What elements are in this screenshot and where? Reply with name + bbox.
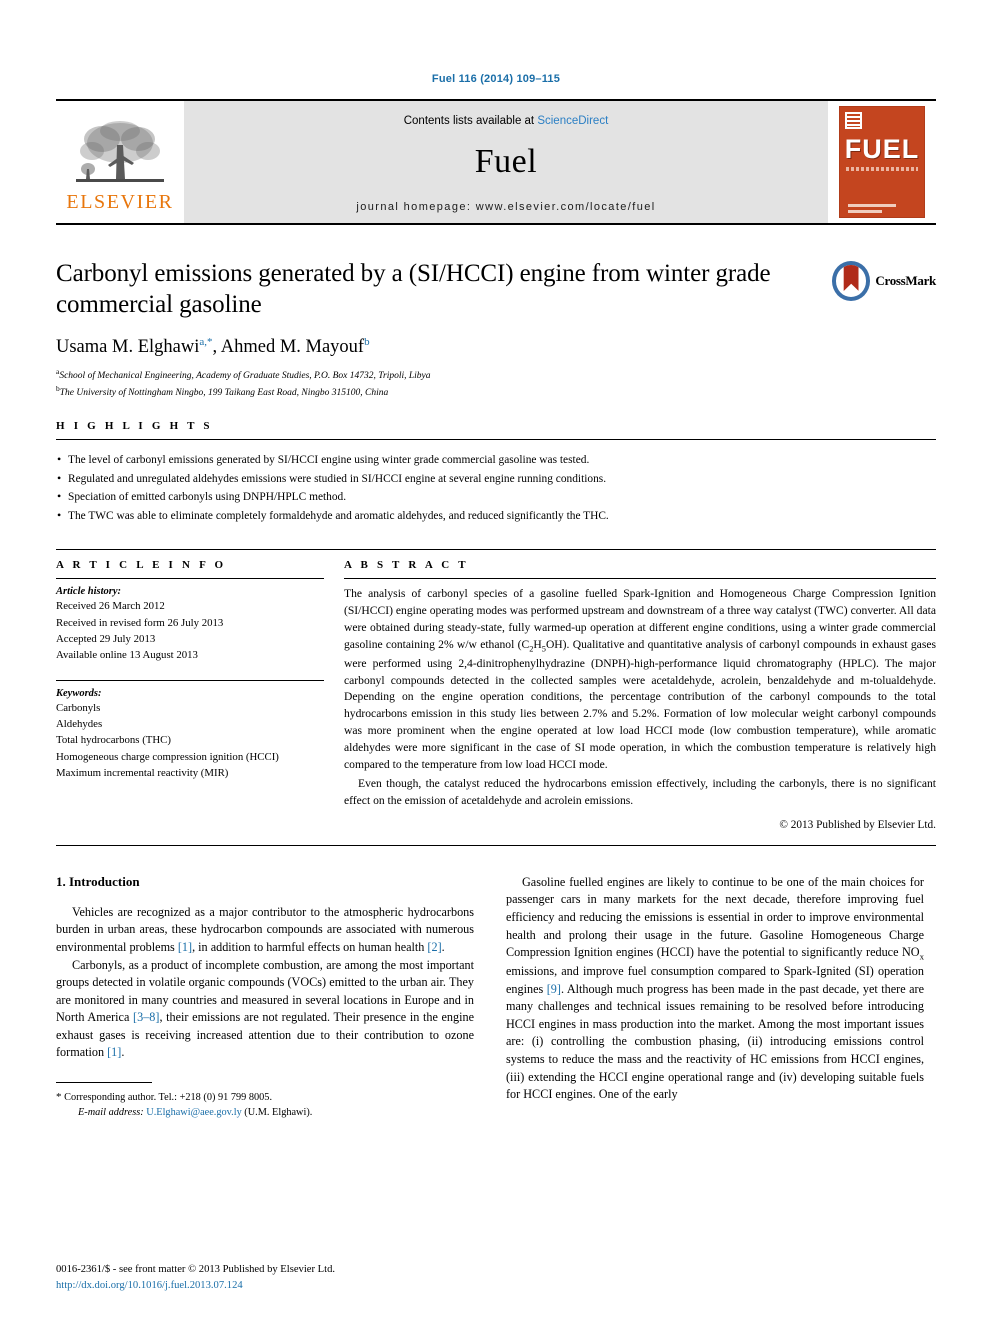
- intro-p3-c: . Although much progress has been made i…: [506, 981, 924, 1102]
- journal-homepage-link[interactable]: journal homepage: www.elsevier.com/locat…: [356, 201, 655, 213]
- article-history-item: Received 26 March 2012: [56, 600, 165, 613]
- corresponding-author-text: Corresponding author. Tel.: +218 (0) 91 …: [64, 1091, 273, 1103]
- journal-title: Fuel: [474, 143, 538, 180]
- highlight-item: Regulated and unregulated aldehydes emis…: [56, 469, 936, 489]
- keywords-label: Keywords:: [56, 688, 102, 700]
- page-footer: 0016-2361/$ - see front matter © 2013 Pu…: [56, 1262, 335, 1293]
- keywords-divider: [56, 680, 324, 682]
- body-right-column: Gasoline fuelled engines are likely to c…: [506, 874, 924, 1121]
- email-owner: (U.M. Elghawi).: [244, 1107, 313, 1119]
- issn-line: 0016-2361/$ - see front matter © 2013 Pu…: [56, 1264, 336, 1276]
- highlight-item: The level of carbonyl emissions generate…: [56, 450, 936, 470]
- doi-link[interactable]: http://dx.doi.org/10.1016/j.fuel.2013.07…: [56, 1278, 335, 1293]
- footnote-block: * Corresponding author. Tel.: +218 (0) 9…: [56, 1081, 474, 1121]
- crossmark-icon: [832, 261, 871, 301]
- body-left-column: 1. Introduction Vehicles are recognized …: [56, 874, 474, 1121]
- affiliation-b-text: The University of Nottingham Ningbo, 199…: [59, 387, 389, 398]
- abstract-heading: A B S T R A C T: [344, 559, 469, 572]
- contents-available-line: Contents lists available at ScienceDirec…: [404, 115, 609, 127]
- citation-ref[interactable]: [2]: [427, 940, 441, 954]
- intro-p2-c: .: [121, 1045, 125, 1060]
- intro-paragraph-3: Gasoline fuelled engines are likely to c…: [506, 874, 924, 1104]
- citation-ref[interactable]: [3–8]: [133, 1010, 159, 1024]
- author-1-name: Usama M. Elghawi: [56, 337, 200, 358]
- affiliations: aSchool of Mechanical Engineering, Acade…: [56, 367, 936, 400]
- affiliation-b: bThe University of Nottingham Ningbo, 19…: [56, 384, 936, 401]
- cover-title-text: FUEL: [844, 134, 920, 164]
- highlights-list: The level of carbonyl emissions generate…: [56, 439, 936, 526]
- author-1-marks[interactable]: a,*: [199, 336, 212, 348]
- citation-ref[interactable]: [9]: [547, 982, 561, 996]
- keywords-block: Keywords: Carbonyls Aldehydes Total hydr…: [56, 680, 324, 781]
- elsevier-wordmark: ELSEVIER: [66, 190, 174, 213]
- intro-paragraph-1: Vehicles are recognized as a major contr…: [56, 904, 474, 957]
- highlight-item: The TWC was able to eliminate completely…: [56, 506, 936, 526]
- author-2-marks[interactable]: b: [364, 336, 370, 348]
- abstract-paragraph-2: Even though, the catalyst reduced the hy…: [344, 777, 936, 807]
- intro-p3-a: Gasoline fuelled engines are likely to c…: [506, 874, 924, 960]
- affiliation-a: aSchool of Mechanical Engineering, Acade…: [56, 367, 936, 384]
- contents-prefix: Contents lists available at: [403, 115, 538, 127]
- corresponding-author-note: * Corresponding author. Tel.: +218 (0) 9…: [56, 1089, 474, 1106]
- formula-tail: OH).: [545, 638, 570, 652]
- article-history-item: Received in revised form 26 July 2013: [56, 616, 224, 629]
- cover-image: FUEL: [839, 106, 925, 218]
- info-abstract-block: A R T I C L E I N F O Article history: R…: [56, 549, 936, 846]
- keyword-item: Carbonyls: [56, 702, 101, 715]
- highlights-heading: H I G H L I G H T S: [56, 420, 213, 433]
- article-history-item: Available online 13 August 2013: [56, 648, 198, 661]
- author-list: Usama M. Elghawia,*, Ahmed M. Mayoufb: [56, 336, 936, 358]
- citation-ref[interactable]: [1]: [178, 940, 192, 954]
- article-history-item: Accepted 29 July 2013: [56, 632, 156, 645]
- crossmark-badge[interactable]: CrossMark: [832, 259, 936, 303]
- cover-elsevier-mark-icon: [845, 112, 862, 129]
- journal-cover-thumbnail: FUEL: [828, 101, 936, 223]
- abstract-divider: [344, 578, 936, 580]
- nox-subscript: x: [919, 951, 924, 962]
- title-block: CrossMark Carbonyl emissions generated b…: [56, 259, 936, 400]
- highlights-section: H I G H L I G H T S The level of carbony…: [56, 420, 936, 526]
- crossmark-label: CrossMark: [875, 273, 936, 288]
- intro-paragraph-2: Carbonyls, as a product of incomplete co…: [56, 957, 474, 1062]
- abstract-column: A B S T R A C T The analysis of carbonyl…: [340, 559, 936, 831]
- running-head: Fuel 116 (2014) 109–115: [431, 73, 561, 85]
- footnote-rule: [56, 1081, 152, 1083]
- body-columns: 1. Introduction Vehicles are recognized …: [56, 874, 936, 1121]
- elsevier-tree-icon: [76, 120, 164, 182]
- masthead-center: Contents lists available at ScienceDirec…: [184, 101, 828, 223]
- article-history-label: Article history:: [56, 586, 122, 598]
- abstract-copyright: © 2013 Published by Elsevier Ltd.: [779, 818, 936, 831]
- sciencedirect-link[interactable]: ScienceDirect: [537, 115, 608, 127]
- introduction-heading: 1. Introduction: [56, 873, 140, 889]
- keyword-item: Maximum incremental reactivity (MIR): [56, 766, 229, 779]
- keyword-item: Total hydrocarbons (THC): [56, 734, 171, 747]
- email-label: E-mail address:: [78, 1107, 144, 1119]
- abstract-text: The analysis of carbonyl species of a ga…: [344, 586, 936, 810]
- intro-p1-c: .: [441, 940, 445, 955]
- article-info-heading: A R T I C L E I N F O: [56, 559, 227, 572]
- article-info-divider: [56, 578, 324, 580]
- affiliation-a-text: School of Mechanical Engineering, Academ…: [59, 371, 431, 382]
- formula-h: H: [533, 638, 542, 652]
- email-note: E-mail address: U.Elghawi@aee.gov.ly (U.…: [56, 1105, 474, 1120]
- intro-p1-b: , in addition to harmful effects on huma…: [192, 940, 428, 955]
- citation-ref[interactable]: [1]: [107, 1045, 121, 1059]
- footnote-star: *: [56, 1090, 62, 1103]
- elsevier-logo: ELSEVIER: [56, 101, 184, 223]
- cover-tagline-bar: [846, 167, 918, 171]
- article-info-column: A R T I C L E I N F O Article history: R…: [56, 559, 340, 831]
- cover-footer-bar-2: [848, 210, 882, 213]
- highlight-item: Speciation of emitted carbonyls using DN…: [56, 487, 936, 507]
- author-2-name: , Ahmed M. Mayouf: [212, 337, 365, 358]
- abstract-paragraph-1: The analysis of carbonyl species of a ga…: [344, 586, 936, 774]
- keyword-item: Homogeneous charge compression ignition …: [56, 750, 279, 763]
- email-link[interactable]: U.Elghawi@aee.gov.ly: [146, 1107, 241, 1118]
- journal-masthead: ELSEVIER Contents lists available at Sci…: [56, 99, 936, 225]
- keyword-item: Aldehydes: [56, 718, 103, 731]
- cover-footer-bar-1: [848, 204, 896, 207]
- article-page: Fuel 116 (2014) 109–115 ELSEVIER Content…: [0, 0, 992, 1323]
- abstract-p1-part2: Qualitative and quantitative analysis of…: [344, 638, 936, 772]
- page-title: Carbonyl emissions generated by a (SI/HC…: [56, 260, 771, 318]
